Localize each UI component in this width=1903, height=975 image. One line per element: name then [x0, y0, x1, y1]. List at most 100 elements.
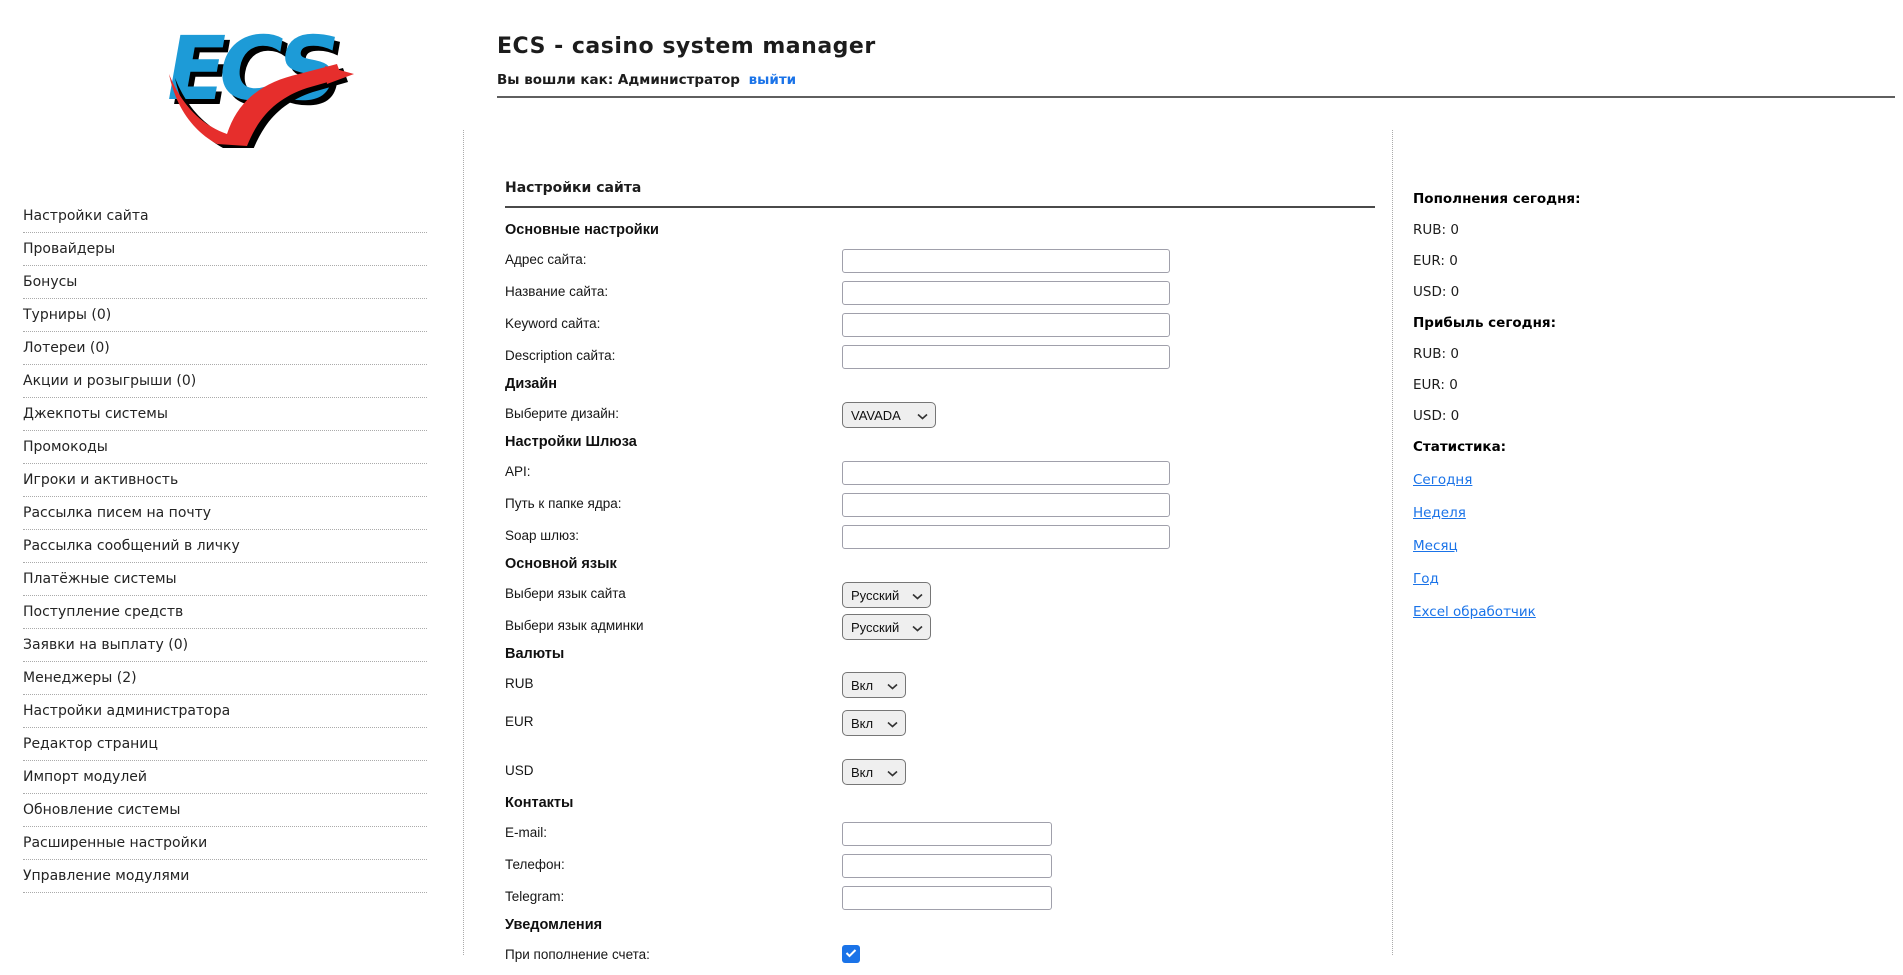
logout-link[interactable]: выйти [749, 72, 797, 88]
usd-select[interactable]: Вкл [842, 759, 906, 785]
sidebar-item[interactable]: Промокоды [23, 431, 427, 464]
stats-today-link[interactable]: Сегодня [1413, 472, 1472, 488]
stats-excel-link[interactable]: Excel обработчик [1413, 604, 1536, 620]
form-row: E-mail: [505, 821, 1375, 853]
sidebar-item[interactable]: Джекпоты системы [23, 398, 427, 431]
site-address-input[interactable] [842, 249, 1170, 273]
sidebar-item[interactable]: Настройки администратора [23, 695, 427, 728]
soap-gateway-input[interactable] [842, 525, 1170, 549]
eur-select[interactable]: Вкл [842, 710, 906, 736]
stats-value: USD: 0 [1413, 284, 1460, 300]
deposit-notification-checkbox[interactable] [842, 945, 860, 963]
stats-heading: Прибыль сегодня: [1413, 315, 1556, 331]
stats-year-link[interactable]: Год [1413, 571, 1439, 587]
form-row: Telegram: [505, 885, 1375, 917]
core-folder-input-label: Путь к папке ядра: [505, 496, 622, 511]
site-language-select-value: Русский [851, 587, 900, 603]
usd-select-value: Вкл [851, 764, 874, 780]
sidebar-item[interactable]: Импорт модулей [23, 761, 427, 794]
site-language-select-label: Выбери язык сайта [505, 586, 626, 601]
site-keyword-input[interactable] [842, 313, 1170, 337]
sidebar-item[interactable]: Обновление системы [23, 794, 427, 827]
design-select[interactable]: VAVADA [842, 402, 936, 428]
stats-link-row: Сегодня [1413, 469, 1903, 490]
stats-month-link[interactable]: Месяц [1413, 538, 1458, 554]
site-description-input[interactable] [842, 345, 1170, 369]
sidebar-menu: Настройки сайта Провайдеры Бонусы Турниры (… [23, 200, 427, 893]
sidebar-item[interactable]: Управление модулями [23, 860, 427, 893]
sidebar-item[interactable]: Менеджеры (2) [23, 662, 427, 695]
email-input-label: E-mail: [505, 825, 548, 840]
api-input[interactable] [842, 461, 1170, 485]
section-heading: Уведомления [505, 917, 603, 933]
form-row: Телефон: [505, 853, 1375, 885]
sidebar-item[interactable]: Настройки сайта [23, 200, 427, 233]
stats-value: EUR: 0 [1413, 377, 1458, 393]
content-area: Настройки сайта Провайдеры Бонусы Турниры (… [0, 130, 1903, 963]
form-row: API: [505, 460, 1375, 492]
form-row: EUR Вкл [505, 710, 1375, 742]
telegram-input-label: Telegram: [505, 889, 565, 904]
sidebar-item[interactable]: Рассылка писем на почту [23, 497, 427, 530]
sidebar-item[interactable]: Акции и розыгрыши (0) [23, 365, 427, 398]
stats-value: RUB: 0 [1413, 222, 1459, 238]
email-input[interactable] [842, 822, 1052, 846]
api-input-label: API: [505, 464, 531, 479]
sidebar-item[interactable]: Рассылка сообщений в личку [23, 530, 427, 563]
stats-value: EUR: 0 [1413, 253, 1458, 269]
sidebar-item[interactable]: Провайдеры [23, 233, 427, 266]
stats-value: RUB: 0 [1413, 346, 1459, 362]
ecs-logo: ECS ECS [157, 18, 354, 148]
sidebar: Настройки сайта Провайдеры Бонусы Турниры (… [0, 130, 463, 955]
chevron-down-icon [887, 716, 898, 731]
form-row: Путь к папке ядра: [505, 492, 1375, 524]
form-row: Keyword сайта: [505, 312, 1375, 344]
rub-select[interactable]: Вкл [842, 672, 906, 698]
sidebar-item[interactable]: Расширенные настройки [23, 827, 427, 860]
stats-link-row: Месяц [1413, 535, 1903, 556]
soap-gateway-input-label: Soap шлюз: [505, 528, 580, 543]
sidebar-item[interactable]: Платёжные системы [23, 563, 427, 596]
logged-in-as-text: Вы вошли как: Администратор [497, 72, 740, 88]
section-heading: Валюты [505, 646, 565, 662]
stats-link-row: Неделя [1413, 502, 1903, 523]
sidebar-item[interactable]: Поступление средств [23, 596, 427, 629]
app-title: ECS - casino system manager [497, 34, 876, 59]
title-divider [505, 206, 1375, 208]
stats-week-link[interactable]: Неделя [1413, 505, 1466, 521]
core-folder-input[interactable] [842, 493, 1170, 517]
sidebar-item[interactable]: Игроки и активность [23, 464, 427, 497]
settings-form: Основные настройки Адрес сайта: Название с… [505, 222, 1375, 975]
admin-language-select-value: Русский [851, 619, 900, 635]
sidebar-item[interactable]: Лотереи (0) [23, 332, 427, 365]
form-row: Выбери язык сайта Русский [505, 582, 1375, 614]
phone-input[interactable] [842, 854, 1052, 878]
form-row: Soap шлюз: [505, 524, 1375, 556]
page-header: ECS ECS ECS - casino system manager Вы в… [0, 0, 1903, 148]
site-description-input-label: Description сайта: [505, 348, 616, 363]
section-heading: Дизайн [505, 376, 557, 392]
section-heading: Основной язык [505, 556, 617, 572]
sidebar-item[interactable]: Заявки на выплату (0) [23, 629, 427, 662]
stats-link-row: Excel обработчик [1413, 601, 1903, 622]
header-divider [497, 96, 1895, 98]
rub-select-label: RUB [505, 676, 534, 691]
site-title-input[interactable] [842, 281, 1170, 305]
stats-panel: Пополнения сегодня: RUB: 0 EUR: 0 USD: 0 При… [1392, 130, 1903, 955]
form-row: Адрес сайта: [505, 248, 1375, 280]
admin-language-select[interactable]: Русский [842, 614, 931, 640]
sidebar-item[interactable]: Бонусы [23, 266, 427, 299]
form-row: При пополнение счета: [505, 943, 1375, 975]
site-keyword-input-label: Keyword сайта: [505, 316, 601, 331]
sidebar-item[interactable]: Редактор страниц [23, 728, 427, 761]
chevron-down-icon [917, 408, 928, 423]
form-row: Description сайта: [505, 344, 1375, 376]
site-language-select[interactable]: Русский [842, 582, 931, 608]
sidebar-item[interactable]: Турниры (0) [23, 299, 427, 332]
checkmark-icon [845, 945, 857, 963]
stats-heading: Статистика: [1413, 439, 1507, 455]
telegram-input[interactable] [842, 886, 1052, 910]
stats-value: USD: 0 [1413, 408, 1460, 424]
chevron-down-icon [887, 678, 898, 693]
deposit-notification-checkbox-label: При пополнение счета: [505, 947, 650, 962]
